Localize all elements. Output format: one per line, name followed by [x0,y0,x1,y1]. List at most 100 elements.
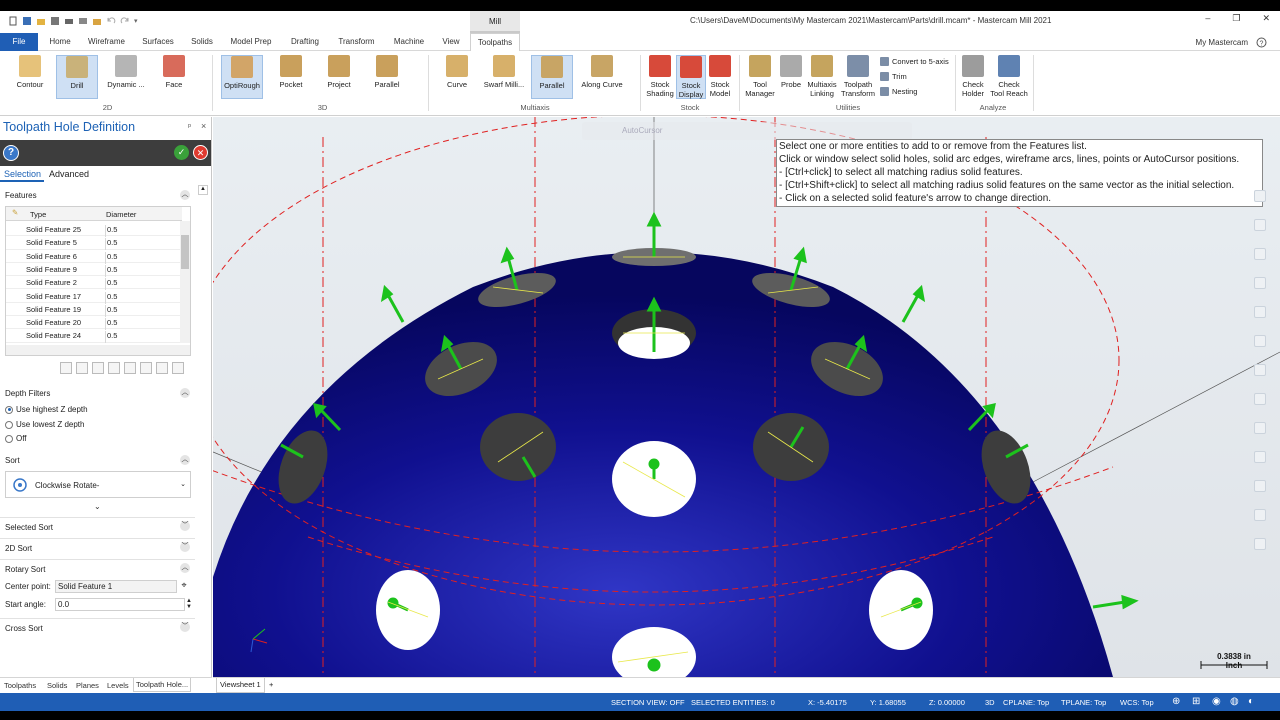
expand-selected-sort-icon[interactable]: ﹀ [180,521,190,531]
tab-surfaces[interactable]: Surfaces [138,33,178,51]
qat-dropdown-icon[interactable]: ▾ [134,17,138,25]
print-icon[interactable] [64,16,74,26]
cross-sort-section[interactable]: Cross Sort [0,618,195,636]
arrow-head[interactable] [646,211,662,227]
project-button[interactable]: Project [318,55,360,89]
dynamic-button[interactable]: Dynamic ... [105,55,147,89]
globe-icon[interactable]: ⊕ [1172,696,1180,707]
start-angle-field[interactable]: 0.0 [55,598,185,611]
tab-selection[interactable]: Selection [4,169,41,179]
tab-levels-manager[interactable]: Levels [107,681,129,690]
help-button[interactable]: ? [3,145,19,161]
cancel-button[interactable]: ✕ [193,145,208,160]
expand-cross-sort-icon[interactable]: ﹀ [180,622,190,632]
save-as-icon[interactable] [50,16,60,26]
grid-icon[interactable] [1254,364,1266,376]
scroll-thumb[interactable] [181,235,189,269]
collapse-sort-icon[interactable]: ︿ [180,455,190,465]
plane-icon[interactable] [1254,335,1266,347]
column-diameter[interactable]: Diameter [106,210,136,219]
add-viewsheet-button[interactable]: + [269,680,273,689]
new-file-icon[interactable] [8,16,18,26]
expand-2d-sort-icon[interactable]: ﹀ [180,542,190,552]
tab-solids[interactable]: Solids [186,33,218,51]
arrow-head[interactable] [1121,594,1139,610]
along-curve-button[interactable]: Along Curve [579,55,625,89]
autocursor-toolbar[interactable]: AutoCursor [582,122,912,140]
clear-icon[interactable] [1254,509,1266,521]
tab-home[interactable]: Home [45,33,75,51]
cplane-status[interactable]: CPLANE: Top [1003,698,1049,707]
minimize-button[interactable]: – [1205,13,1210,24]
panel-scroll-up[interactable]: ▲ [198,185,208,195]
tab-viewsheet-1[interactable]: Viewsheet 1 [216,678,265,693]
tool-manager-button[interactable]: Tool Manager [744,55,776,98]
expand-more-icon[interactable]: ⌄ [94,502,101,511]
fit-icon[interactable] [1254,190,1266,202]
my-mastercam-link[interactable]: My Mastercam [1196,38,1248,47]
tab-wireframe[interactable]: Wireframe [84,33,129,51]
arrow-head[interactable] [647,658,661,672]
drill-button[interactable]: Drill [56,55,98,99]
zoom-feature-icon[interactable] [60,362,72,374]
hole[interactable] [480,413,556,481]
table-row[interactable]: Solid Feature 5 0.5 [6,236,182,251]
table-row[interactable]: Solid Feature 2 0.5 [6,276,182,291]
table-row[interactable]: Solid Feature 9 0.5 [6,263,182,277]
check-holder-button[interactable]: Check Holder [958,55,988,98]
contour-button[interactable]: Contour [9,55,51,89]
add-feature-icon[interactable]: ✎ [12,208,18,217]
stock-shading-button[interactable]: Stock Shading [645,55,675,98]
parallel-3d-button[interactable]: Parallel [366,55,408,89]
swarf-milling-button[interactable]: Swarf Milli... [483,55,525,89]
rotary-sort-section[interactable]: Rotary Sort [0,559,195,577]
wcs-icon[interactable] [1254,393,1266,405]
restore-button[interactable]: ❐ [1232,13,1240,24]
collapse-rotary-sort-icon[interactable]: ︿ [180,563,190,573]
redo-icon[interactable] [120,16,130,26]
save-icon[interactable] [22,16,32,26]
render-mode-icon[interactable]: ◍ [1230,696,1239,707]
center-point-field[interactable]: Solid Feature 1 [55,580,177,593]
optirough-button[interactable]: OptiRough [221,55,263,99]
zoom-window-icon[interactable] [1254,219,1266,231]
section-icon[interactable] [1254,480,1266,492]
arrow-head[interactable] [648,458,660,470]
collapse-features-icon[interactable]: ︿ [180,190,190,200]
ok-button[interactable]: ✓ [174,145,189,160]
sort-dropdown[interactable]: Clockwise Rotate- ⌄ [5,471,191,498]
curve-button[interactable]: Curve [436,55,478,89]
edit-feature-icon[interactable] [140,362,152,374]
table-row[interactable]: Solid Feature 20 0.5 [6,316,182,331]
table-row[interactable]: Solid Feature 25 0.5 [6,223,182,237]
pin-icon[interactable]: ᵖ [188,122,191,131]
tab-machine[interactable]: Machine [388,33,430,51]
arrow-head[interactable] [793,246,807,264]
probe-button[interactable]: Probe [778,55,804,89]
pan-icon[interactable] [1254,277,1266,289]
cancel-view-icon[interactable] [1254,538,1266,550]
convert-5axis-button[interactable]: Convert to 5-axis [880,57,949,66]
shading-icon[interactable] [1254,422,1266,434]
rotate-icon[interactable] [1254,248,1266,260]
view-cube-icon[interactable]: ⊞ [1192,696,1200,707]
tab-toolpaths-manager[interactable]: Toolpaths [4,681,36,690]
crosshair-pick-icon[interactable]: ⌖ [178,580,190,593]
shading-mode-icon[interactable]: ◉ [1212,696,1221,707]
column-type[interactable]: Type [30,210,46,219]
undo-icon[interactable] [106,16,116,26]
toolpath-transform-button[interactable]: Toolpath Transform [840,55,876,98]
tab-advanced[interactable]: Advanced [49,169,89,179]
trim-button[interactable]: Trim [880,72,907,81]
angle-stepper[interactable]: ▲ ▼ [186,598,192,610]
reorder-icon[interactable] [108,362,120,374]
reselect-icon[interactable] [92,362,104,374]
table-row[interactable]: Solid Feature 17 0.5 [6,290,182,304]
2d-sort-section[interactable]: 2D Sort [0,538,195,556]
multiaxis-linking-button[interactable]: Multiaxis Linking [805,55,839,98]
stock-display-button[interactable]: Stock Display [676,55,706,99]
close-window-button[interactable]: ✕ [1262,13,1270,24]
display-mode-icon[interactable]: ◐ [1248,696,1254,707]
check-tool-reach-button[interactable]: Check Tool Reach [988,55,1030,98]
depth-option-highest[interactable]: Use highest Z depth [5,405,88,414]
